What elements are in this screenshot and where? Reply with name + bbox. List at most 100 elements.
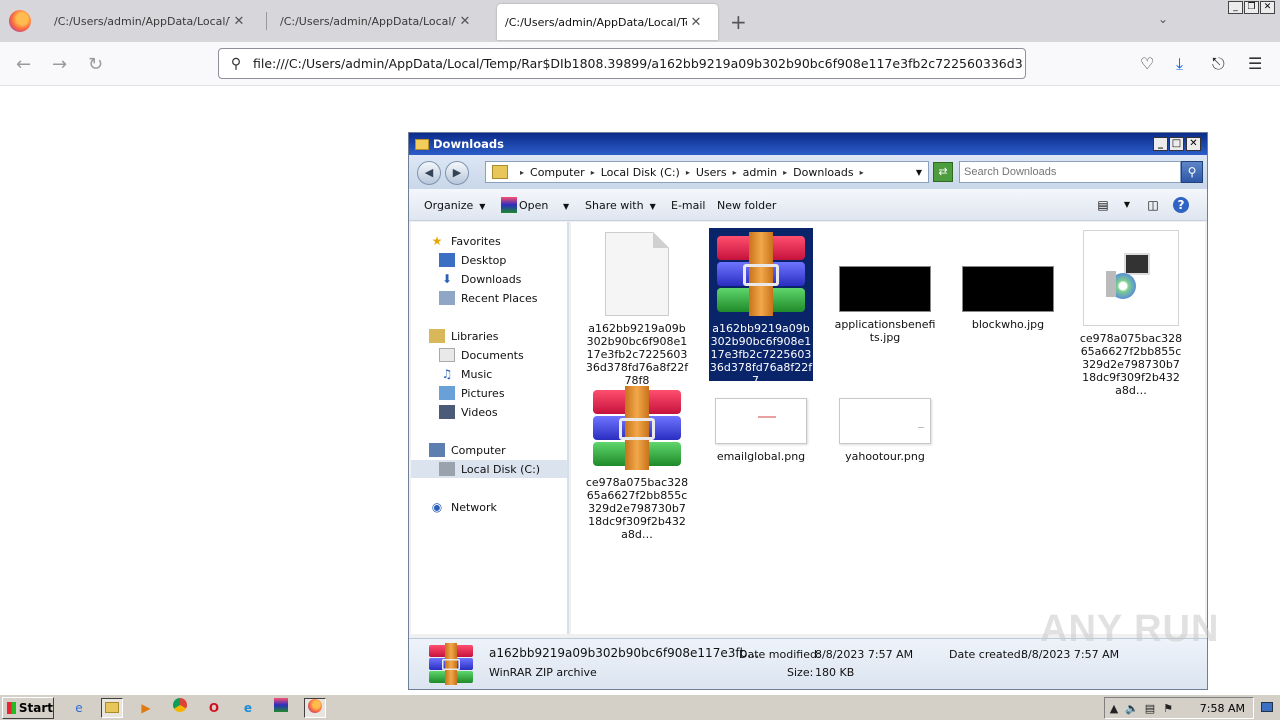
image-thumbnail (839, 398, 931, 444)
open-button[interactable]: Open (519, 199, 548, 212)
file-item[interactable]: applicationsbenefits.jpg (833, 232, 937, 344)
nav-recent-places[interactable]: Recent Places (439, 289, 538, 307)
network-icon[interactable]: ▤ (1141, 702, 1159, 715)
nav-label: Desktop (461, 253, 507, 267)
opera-icon[interactable]: O (203, 698, 225, 718)
new-tab-button[interactable]: + (730, 10, 747, 34)
chevron-down-icon[interactable]: ▼ (1119, 197, 1135, 213)
maximize-icon[interactable]: □ (1169, 137, 1184, 151)
close-icon[interactable]: ✕ (456, 14, 474, 29)
nav-label: Documents (461, 348, 524, 362)
breadcrumb-computer[interactable]: Computer (530, 166, 585, 179)
browser-tab-1[interactable]: /C:/Users/admin/AppData/Local/Temp/ ✕ (40, 0, 248, 42)
show-hidden-icons-icon[interactable]: ▲ (1105, 702, 1123, 715)
nav-pictures[interactable]: Pictures (439, 384, 505, 402)
winrar-taskbar-icon[interactable] (270, 698, 292, 718)
edge-icon[interactable]: e (237, 698, 259, 718)
volume-icon[interactable]: 🔈 (1123, 702, 1141, 715)
nav-downloads[interactable]: ⬇ Downloads (439, 270, 521, 288)
explorer-title-bar[interactable]: Downloads _ □ ✕ (409, 133, 1207, 155)
email-button[interactable]: E-mail (671, 199, 706, 212)
documents-icon (439, 348, 455, 362)
nav-documents[interactable]: Documents (439, 346, 524, 364)
start-label: Start (18, 701, 53, 715)
minimize-icon[interactable]: _ (1153, 137, 1168, 151)
back-button[interactable]: ◀ (417, 161, 441, 185)
close-window-icon[interactable]: ✕ (1260, 1, 1275, 14)
new-folder-button[interactable]: New folder (717, 199, 776, 212)
nav-favorites[interactable]: ★ Favorites (429, 232, 501, 250)
nav-desktop[interactable]: Desktop (439, 251, 506, 269)
close-icon[interactable]: ✕ (1186, 137, 1201, 151)
browser-tab-3-active[interactable]: /C:/Users/admin/AppData/Local/Temp/ ✕ (497, 4, 718, 40)
file-item[interactable]: blockwho.jpg (956, 232, 1060, 331)
clock[interactable]: 7:58 AM (1200, 702, 1245, 715)
blank-file-icon (605, 232, 669, 316)
explorer-taskbar-icon[interactable] (101, 698, 123, 718)
videos-icon (439, 405, 455, 419)
share-with-button[interactable]: Share with ▼ (585, 199, 656, 212)
file-item[interactable]: ce978a075bac32865a6627f2bb855c329d2e7987… (1079, 230, 1183, 397)
forward-arrow-icon[interactable]: → (52, 54, 67, 75)
url-text[interactable]: file:///C:/Users/admin/AppData/Local/Tem… (253, 56, 1023, 71)
nav-videos[interactable]: Videos (439, 403, 498, 421)
desktop-icon (439, 253, 455, 267)
back-arrow-icon[interactable]: ← (16, 54, 31, 75)
downloads-icon: ⬇ (441, 272, 453, 286)
chrome-icon[interactable] (169, 698, 191, 718)
tab-label: /C:/Users/admin/AppData/Local/Temp/ (505, 15, 687, 29)
search-icon[interactable]: ⚲ (1181, 161, 1203, 183)
share-with-label: Share with (585, 199, 644, 212)
start-button[interactable]: Start (2, 697, 54, 719)
preview-pane-icon[interactable]: ◫ (1145, 197, 1161, 213)
extensions-icon[interactable]: ⎋ (1212, 54, 1225, 74)
internet-explorer-icon[interactable]: e (68, 698, 90, 718)
file-item[interactable]: emailglobal.png (709, 386, 813, 463)
breadcrumb-users[interactable]: Users (696, 166, 727, 179)
list-all-tabs-chevron-icon[interactable]: ⌄ (1158, 12, 1168, 26)
breadcrumb-downloads[interactable]: Downloads (793, 166, 853, 179)
open-dropdown[interactable]: ▼ (557, 199, 569, 212)
help-icon[interactable]: ? (1173, 197, 1189, 213)
file-item[interactable]: yahootour.png (833, 386, 937, 463)
winrar-archive-icon (427, 643, 475, 685)
organize-button[interactable]: Organize ▼ (424, 199, 485, 212)
reload-icon[interactable]: ↻ (88, 54, 103, 75)
nav-local-disk[interactable]: Local Disk (C:) (411, 460, 567, 478)
search-input[interactable] (959, 161, 1181, 183)
explorer-window: Downloads _ □ ✕ ◀ ▶ ▸ Computer ▸ Local D… (408, 132, 1208, 690)
url-bar[interactable]: ⚲ file:///C:/Users/admin/AppData/Local/T… (218, 48, 1026, 79)
breadcrumb[interactable]: ▸ Computer ▸ Local Disk (C:) ▸ Users ▸ a… (485, 161, 929, 183)
forward-button[interactable]: ▶ (445, 161, 469, 185)
media-player-icon[interactable]: ▶ (135, 698, 157, 718)
firefox-taskbar-icon[interactable] (304, 698, 326, 718)
breadcrumb-local-disk[interactable]: Local Disk (C:) (601, 166, 680, 179)
download-icon[interactable]: ⤓ (1176, 54, 1183, 74)
winrar-archive-icon (713, 232, 809, 316)
system-tray: ▲ 🔈 ▤ ⚑ 7:58 AM (1104, 697, 1254, 719)
close-icon[interactable]: ✕ (230, 14, 248, 29)
refresh-icon[interactable]: ⇄ (933, 162, 953, 182)
nav-computer[interactable]: Computer (429, 441, 506, 459)
pictures-icon (439, 386, 455, 400)
restore-icon[interactable]: ❐ (1244, 1, 1259, 14)
computer-icon (429, 443, 445, 457)
menu-hamburger-icon[interactable]: ☰ (1248, 54, 1262, 73)
pocket-icon[interactable]: ♡ (1140, 54, 1154, 73)
close-icon[interactable]: ✕ (687, 15, 705, 30)
show-desktop-icon[interactable] (1258, 698, 1276, 718)
action-center-flag-icon[interactable]: ⚑ (1159, 702, 1177, 715)
minimize-icon[interactable]: _ (1228, 1, 1243, 14)
file-item[interactable]: a162bb9219a09b302b90bc6f908e117e3fb2c722… (585, 232, 689, 387)
file-item-selected[interactable]: a162bb9219a09b302b90bc6f908e117e3fb2c722… (709, 228, 813, 387)
nav-network[interactable]: ◉ Network (429, 498, 497, 516)
nav-music[interactable]: ♫ Music (439, 365, 493, 383)
file-item[interactable]: ce978a075bac32865a6627f2bb855c329d2e7987… (585, 386, 689, 541)
chevron-down-icon[interactable]: ▼ (916, 168, 922, 177)
chevron-icon: ▸ (732, 167, 737, 177)
browser-tab-2[interactable]: /C:/Users/admin/AppData/Local/Temp/ ✕ (266, 0, 474, 42)
breadcrumb-admin[interactable]: admin (743, 166, 777, 179)
tab-label: /C:/Users/admin/AppData/Local/Temp/ (54, 14, 230, 28)
nav-libraries[interactable]: Libraries (429, 327, 499, 345)
change-view-icon[interactable]: ▤ (1095, 197, 1111, 213)
